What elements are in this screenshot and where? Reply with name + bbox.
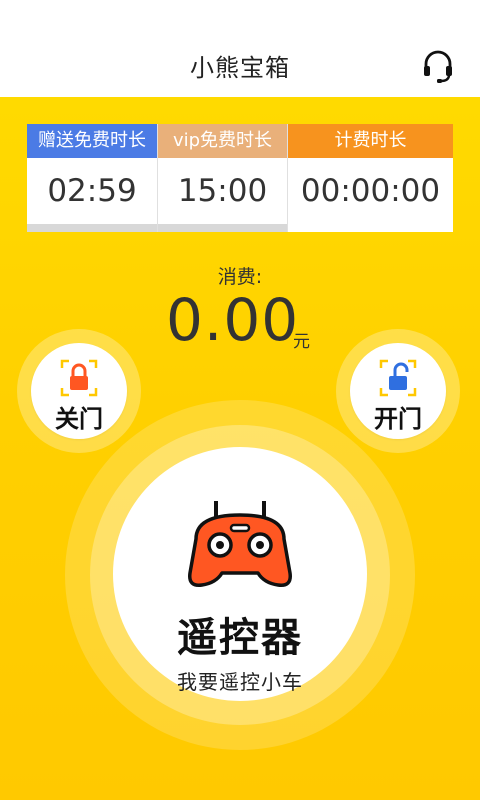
lock-open-icon [379,359,417,397]
timer-billing: 计费时长 00:00:00 [287,124,453,232]
robot-icon [188,501,292,587]
fee-unit: 元 [293,332,310,352]
timer-billing-label: 计费时长 [288,124,453,158]
timer-free-gift: 赠送免费时长 02:59 [27,124,157,232]
timer-free-gift-value: 02:59 [47,173,137,209]
timer-bar [27,224,157,232]
page-title: 小熊宝箱 [190,54,290,82]
customer-service-button[interactable] [420,48,456,84]
lock-closed-icon [60,359,98,397]
headset-icon [424,50,452,83]
fee-label: 消费: [217,266,263,288]
timer-billing-value: 00:00:00 [300,173,441,209]
timer-vip-free-label: vip免费时长 [158,124,287,158]
timer-free-gift-label: 赠送免费时长 [27,124,157,158]
timer-panel: 赠送免费时长 02:59 vip免费时长 15:00 计费时长 00:00:00 [27,124,453,232]
remote-subtitle: 我要遥控小车 [177,670,303,694]
close-door-label: 关门 [55,405,103,433]
timer-vip-free-value: 15:00 [177,173,268,209]
robot-icon-wrap [186,495,294,591]
app-header: 小熊宝箱 [0,0,480,97]
fee-amount: 0.00 [166,286,300,354]
remote-title: 遥控器 [177,615,303,661]
open-door-label: 开门 [374,405,422,433]
open-door-button[interactable]: 开门 [350,343,446,439]
close-door-button[interactable]: 关门 [31,343,127,439]
timer-bar [158,224,287,232]
timer-vip-free: vip免费时长 15:00 [157,124,287,232]
